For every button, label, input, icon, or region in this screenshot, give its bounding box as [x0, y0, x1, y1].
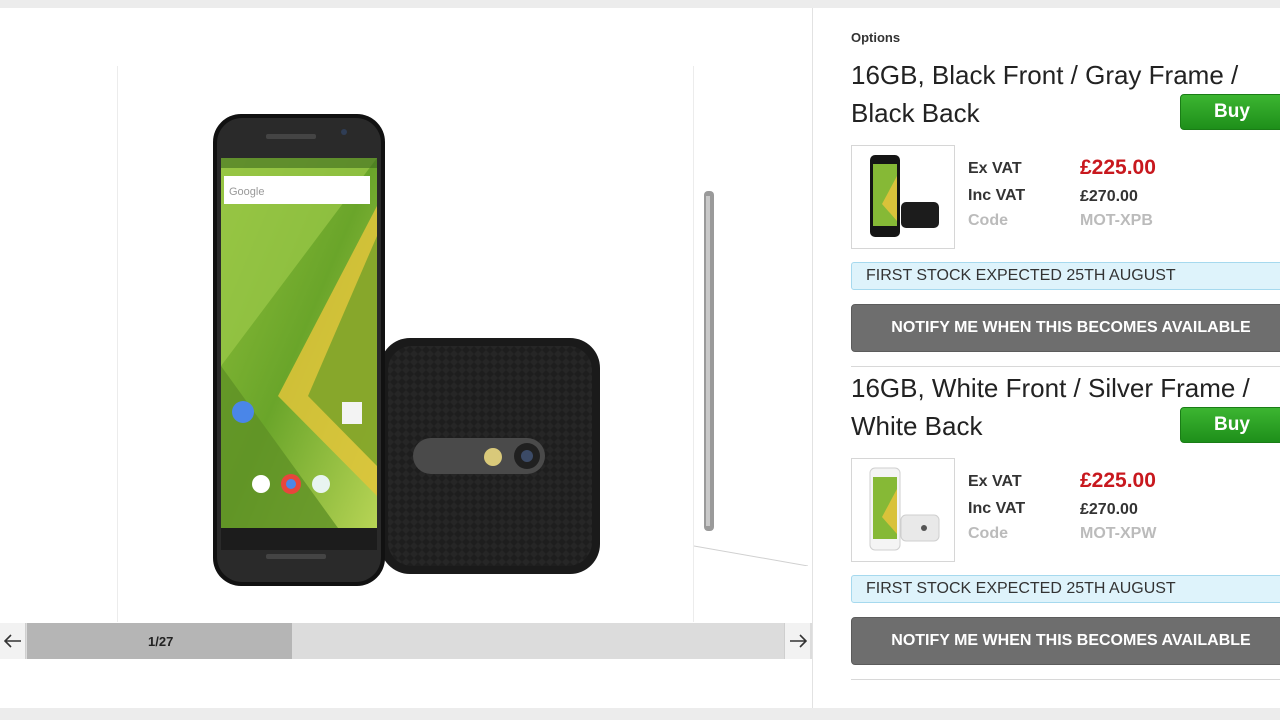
stock-notice: FIRST STOCK EXPECTED 25TH AUGUST: [851, 262, 1280, 290]
ex-vat-price: £225.00: [1080, 469, 1156, 492]
top-strip: [0, 0, 1280, 8]
ex-vat-price: £225.00: [1080, 156, 1156, 179]
notify-me-button[interactable]: NOTIFY ME WHEN THIS BECOMES AVAILABLE: [851, 617, 1280, 665]
product-code: MOT-XPB: [1080, 212, 1153, 229]
product-thumbnail[interactable]: [851, 458, 955, 562]
options-panel: Options 16GB, Black Front / Gray Frame /…: [813, 8, 1280, 708]
product-thumbnail[interactable]: [851, 145, 955, 249]
phone-side-image: [694, 191, 808, 566]
phone-black-thumbnail: [870, 155, 939, 237]
inc-vat-price: £270.00: [1080, 501, 1138, 518]
code-label: Code: [968, 212, 1008, 229]
buy-button[interactable]: Buy: [1180, 94, 1280, 130]
phone-product-image: Google: [213, 114, 600, 586]
product-separator: [851, 366, 1280, 367]
phone-white-thumbnail: [869, 467, 940, 551]
stock-notice: FIRST STOCK EXPECTED 25TH AUGUST: [851, 575, 1280, 603]
gallery-slide-current[interactable]: Google: [117, 66, 694, 622]
inc-vat-label: Inc VAT: [968, 500, 1026, 517]
notify-me-button[interactable]: NOTIFY ME WHEN THIS BECOMES AVAILABLE: [851, 304, 1280, 352]
bottom-strip: [0, 708, 1280, 720]
product-code: MOT-XPW: [1080, 525, 1157, 542]
arrow-right-icon: [789, 634, 807, 648]
gallery-nav-bar: 1/27: [0, 623, 812, 659]
options-heading: Options: [851, 30, 901, 45]
gallery-next-button[interactable]: [784, 623, 810, 659]
svg-text:Google: Google: [229, 186, 264, 198]
gallery-slide-next[interactable]: [694, 66, 808, 566]
arrow-left-icon: [3, 634, 21, 648]
ex-vat-label: Ex VAT: [968, 473, 1022, 490]
product-gallery: Google 1/27: [0, 8, 812, 708]
ex-vat-label: Ex VAT: [968, 160, 1022, 177]
inc-vat-price: £270.00: [1080, 188, 1138, 205]
product-separator: [851, 679, 1280, 680]
buy-button[interactable]: Buy: [1180, 407, 1280, 443]
code-label: Code: [968, 525, 1008, 542]
gallery-prev-button[interactable]: [0, 623, 26, 659]
gallery-counter: 1/27: [148, 634, 174, 649]
inc-vat-label: Inc VAT: [968, 187, 1026, 204]
